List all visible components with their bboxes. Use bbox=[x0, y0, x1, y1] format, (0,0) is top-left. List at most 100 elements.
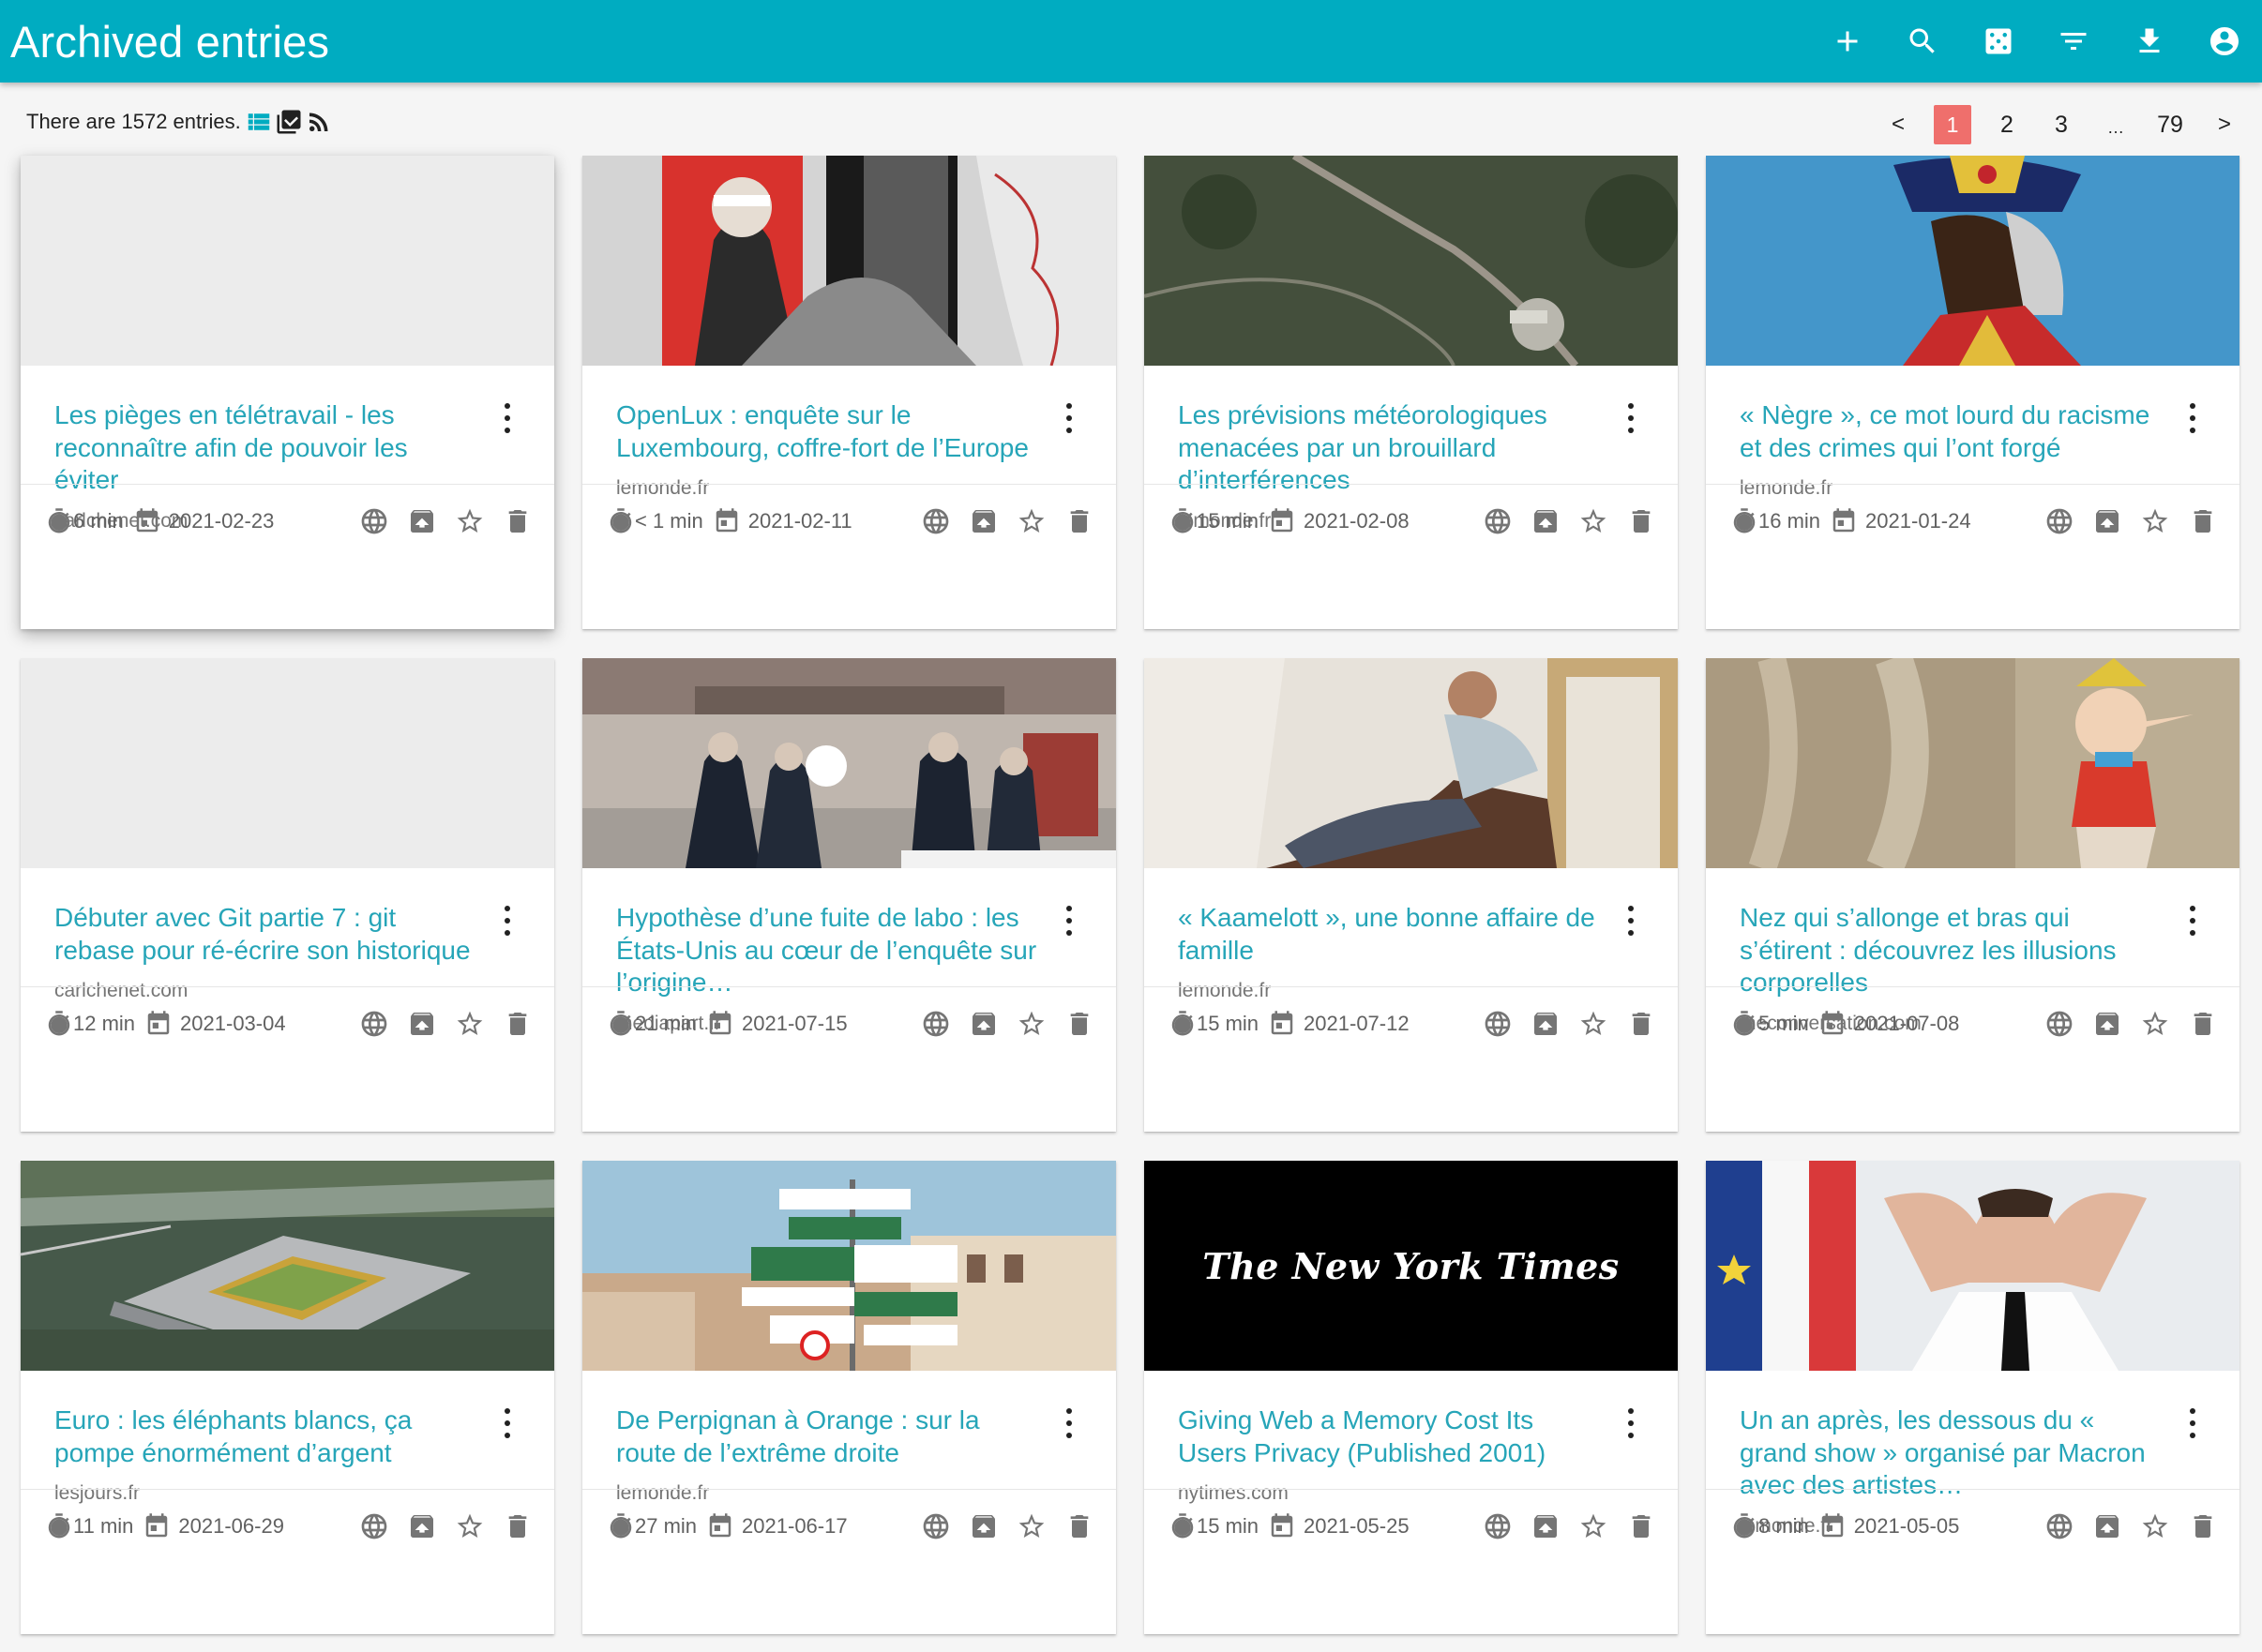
pagination-page-3[interactable]: 3 bbox=[2043, 105, 2080, 144]
star-button[interactable] bbox=[445, 503, 493, 540]
entry-thumbnail[interactable] bbox=[1144, 156, 1678, 366]
star-button[interactable] bbox=[445, 1508, 493, 1545]
open-original-button[interactable] bbox=[2035, 503, 2083, 540]
delete-button[interactable] bbox=[1055, 1508, 1103, 1545]
entry-title[interactable]: Hypothèse d’une fuite de labo : les État… bbox=[616, 868, 1082, 999]
star-button[interactable] bbox=[1569, 1005, 1617, 1043]
open-original-button[interactable] bbox=[350, 503, 398, 540]
select-mode-toggle[interactable] bbox=[275, 108, 303, 136]
entry-title[interactable]: Giving Web a Memory Cost Its Users Priva… bbox=[1178, 1371, 1644, 1469]
entry-menu-button[interactable] bbox=[2187, 403, 2198, 433]
entry-menu-button[interactable] bbox=[2187, 1408, 2198, 1438]
unarchive-button[interactable] bbox=[959, 503, 1007, 540]
pagination-page-1[interactable]: 1 bbox=[1934, 105, 1971, 144]
open-original-button[interactable] bbox=[1473, 1508, 1521, 1545]
entry-thumbnail[interactable] bbox=[1706, 1161, 2239, 1371]
star-button[interactable] bbox=[1007, 1005, 1055, 1043]
open-original-button[interactable] bbox=[2035, 1005, 2083, 1043]
delete-button[interactable] bbox=[1617, 1508, 1665, 1545]
delete-button[interactable] bbox=[493, 1508, 541, 1545]
entry-thumbnail[interactable] bbox=[1144, 658, 1678, 868]
star-button[interactable] bbox=[1007, 1508, 1055, 1545]
entry-thumbnail[interactable] bbox=[582, 1161, 1116, 1371]
entry-thumbnail[interactable] bbox=[21, 156, 554, 366]
entry-thumbnail[interactable] bbox=[1706, 156, 2239, 366]
entry-thumbnail[interactable]: The New York Times bbox=[1144, 1161, 1678, 1371]
delete-button[interactable] bbox=[493, 503, 541, 540]
entry-title[interactable]: Débuter avec Git partie 7 : git rebase p… bbox=[54, 868, 520, 967]
pagination-page-2[interactable]: 2 bbox=[1988, 105, 2026, 144]
filter-button[interactable] bbox=[2047, 15, 2100, 68]
entry-thumbnail[interactable] bbox=[582, 156, 1116, 366]
pagination-next[interactable]: > bbox=[2206, 105, 2243, 144]
open-original-button[interactable] bbox=[350, 1508, 398, 1545]
entry-menu-button[interactable] bbox=[502, 906, 513, 936]
star-button[interactable] bbox=[1007, 503, 1055, 540]
delete-button[interactable] bbox=[493, 1005, 541, 1043]
add-entry-button[interactable] bbox=[1821, 15, 1874, 68]
delete-button[interactable] bbox=[2179, 503, 2226, 540]
list-view-toggle[interactable] bbox=[245, 108, 273, 136]
delete-button[interactable] bbox=[1617, 1005, 1665, 1043]
entry-menu-button[interactable] bbox=[1625, 906, 1636, 936]
delete-button[interactable] bbox=[1617, 503, 1665, 540]
unarchive-button[interactable] bbox=[1521, 1005, 1569, 1043]
star-button[interactable] bbox=[2131, 503, 2179, 540]
account-button[interactable] bbox=[2198, 15, 2251, 68]
entry-title[interactable]: « Kaamelott », une bonne affaire de fami… bbox=[1178, 868, 1644, 967]
entry-title[interactable]: Les prévisions météorologiques menacées … bbox=[1178, 366, 1644, 497]
unarchive-button[interactable] bbox=[959, 1005, 1007, 1043]
entry-title[interactable]: OpenLux : enquête sur le Luxembourg, cof… bbox=[616, 366, 1082, 464]
export-button[interactable] bbox=[2123, 15, 2176, 68]
unarchive-button[interactable] bbox=[2083, 503, 2131, 540]
delete-button[interactable] bbox=[1055, 1005, 1103, 1043]
entry-menu-button[interactable] bbox=[1625, 1408, 1636, 1438]
entry-menu-button[interactable] bbox=[502, 403, 513, 433]
unarchive-button[interactable] bbox=[2083, 1508, 2131, 1545]
star-button[interactable] bbox=[2131, 1508, 2179, 1545]
rss-feed-link[interactable] bbox=[305, 108, 333, 136]
unarchive-button[interactable] bbox=[398, 503, 445, 540]
entry-title[interactable]: Euro : les éléphants blancs, ça pompe én… bbox=[54, 1371, 520, 1469]
open-original-button[interactable] bbox=[912, 503, 959, 540]
entry-thumbnail[interactable] bbox=[21, 658, 554, 868]
star-button[interactable] bbox=[1569, 503, 1617, 540]
entry-menu-button[interactable] bbox=[2187, 906, 2198, 936]
unarchive-button[interactable] bbox=[959, 1508, 1007, 1545]
pagination-prev[interactable]: < bbox=[1879, 105, 1917, 144]
open-original-button[interactable] bbox=[1473, 1005, 1521, 1043]
entry-title[interactable]: Les pièges en télétravail - les reconnaî… bbox=[54, 366, 520, 497]
unarchive-button[interactable] bbox=[1521, 503, 1569, 540]
open-original-button[interactable] bbox=[912, 1508, 959, 1545]
entry-menu-button[interactable] bbox=[1063, 906, 1075, 936]
star-button[interactable] bbox=[1569, 1508, 1617, 1545]
unarchive-button[interactable] bbox=[2083, 1005, 2131, 1043]
entry-title[interactable]: De Perpignan à Orange : sur la route de … bbox=[616, 1371, 1082, 1469]
entry-menu-button[interactable] bbox=[502, 1408, 513, 1438]
open-original-button[interactable] bbox=[350, 1005, 398, 1043]
unarchive-button[interactable] bbox=[1521, 1508, 1569, 1545]
open-original-button[interactable] bbox=[2035, 1508, 2083, 1545]
delete-button[interactable] bbox=[1055, 503, 1103, 540]
unarchive-button[interactable] bbox=[398, 1005, 445, 1043]
delete-button[interactable] bbox=[2179, 1005, 2226, 1043]
open-original-button[interactable] bbox=[1473, 503, 1521, 540]
random-entry-button[interactable] bbox=[1972, 15, 2025, 68]
entry-title[interactable]: Nez qui s’allonge et bras qui s’étirent … bbox=[1740, 868, 2206, 999]
delete-button[interactable] bbox=[2179, 1508, 2226, 1545]
entry-title[interactable]: « Nègre », ce mot lourd du racisme et de… bbox=[1740, 366, 2206, 464]
entry-thumbnail[interactable] bbox=[21, 1161, 554, 1371]
entry-menu-button[interactable] bbox=[1625, 403, 1636, 433]
entry-menu-button[interactable] bbox=[1063, 403, 1075, 433]
unarchive-button[interactable] bbox=[398, 1508, 445, 1545]
star-button[interactable] bbox=[2131, 1005, 2179, 1043]
star-button[interactable] bbox=[445, 1005, 493, 1043]
globe-icon bbox=[2046, 1513, 2072, 1539]
entry-thumbnail[interactable] bbox=[582, 658, 1116, 868]
entry-thumbnail[interactable] bbox=[1706, 658, 2239, 868]
entry-menu-button[interactable] bbox=[1063, 1408, 1075, 1438]
search-button[interactable] bbox=[1896, 15, 1949, 68]
entry-title[interactable]: Un an après, les dessous du « grand show… bbox=[1740, 1371, 2206, 1502]
open-original-button[interactable] bbox=[912, 1005, 959, 1043]
pagination-page-last[interactable]: 79 bbox=[2151, 105, 2189, 144]
